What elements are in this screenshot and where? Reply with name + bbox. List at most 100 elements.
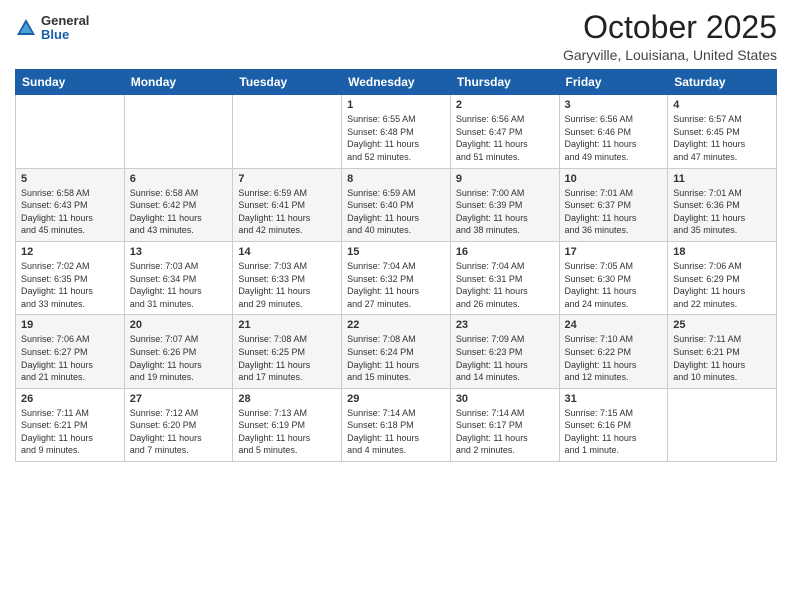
day-info: Sunrise: 7:05 AM Sunset: 6:30 PM Dayligh…	[565, 260, 663, 310]
day-info: Sunrise: 7:11 AM Sunset: 6:21 PM Dayligh…	[21, 407, 119, 457]
day-info: Sunrise: 7:13 AM Sunset: 6:19 PM Dayligh…	[238, 407, 336, 457]
day-info: Sunrise: 7:01 AM Sunset: 6:36 PM Dayligh…	[673, 187, 771, 237]
day-number: 29	[347, 393, 445, 405]
day-info: Sunrise: 6:59 AM Sunset: 6:41 PM Dayligh…	[238, 187, 336, 237]
table-row: 22Sunrise: 7:08 AM Sunset: 6:24 PM Dayli…	[342, 315, 451, 388]
table-row	[124, 95, 233, 168]
day-number: 21	[238, 319, 336, 331]
calendar-table: Sunday Monday Tuesday Wednesday Thursday…	[15, 69, 777, 462]
table-row: 3 Sunrise: 6:56 AM Sunset: 6:46 PM Daylig…	[559, 95, 668, 168]
table-row: 18Sunrise: 7:06 AM Sunset: 6:29 PM Dayli…	[668, 241, 777, 314]
table-row: 12Sunrise: 7:02 AM Sunset: 6:35 PM Dayli…	[16, 241, 125, 314]
day-number: 19	[21, 319, 119, 331]
col-wednesday: Wednesday	[342, 70, 451, 95]
day-info: Sunrise: 7:03 AM Sunset: 6:34 PM Dayligh…	[130, 260, 228, 310]
col-monday: Monday	[124, 70, 233, 95]
col-sunday: Sunday	[16, 70, 125, 95]
table-row: 29 Sunrise: 7:14 AM Sunset: 6:18 PM Dayli…	[342, 388, 451, 461]
logo-icon	[15, 17, 37, 39]
day-number: 25	[673, 319, 771, 331]
table-row: 17 Sunrise: 7:05 AM Sunset: 6:30 PM Dayli…	[559, 241, 668, 314]
day-number: 9	[456, 173, 554, 185]
day-info: Sunrise: 6:58 AM Sunset: 6:42 PM Dayligh…	[130, 187, 228, 237]
day-number: 3	[565, 99, 663, 111]
day-number: 2	[456, 99, 554, 111]
table-row: 15 Sunrise: 7:04 AM Sunset: 6:32 PM Dayli…	[342, 241, 451, 314]
table-row: 19Sunrise: 7:06 AM Sunset: 6:27 PM Dayli…	[16, 315, 125, 388]
day-info: Sunrise: 6:55 AM Sunset: 6:48 PM Dayligh…	[347, 113, 445, 163]
day-number: 15	[347, 246, 445, 258]
calendar-week-row: 19Sunrise: 7:06 AM Sunset: 6:27 PM Dayli…	[16, 315, 777, 388]
table-row: 10Sunrise: 7:01 AM Sunset: 6:37 PM Dayli…	[559, 168, 668, 241]
table-row: 31 Sunrise: 7:15 AM Sunset: 6:16 PM Dayli…	[559, 388, 668, 461]
day-info: Sunrise: 7:08 AM Sunset: 6:24 PM Dayligh…	[347, 333, 445, 383]
day-number: 24	[565, 319, 663, 331]
table-row: 5 Sunrise: 6:58 AM Sunset: 6:43 PM Daylig…	[16, 168, 125, 241]
table-row: 26 Sunrise: 7:11 AM Sunset: 6:21 PM Dayli…	[16, 388, 125, 461]
day-info: Sunrise: 7:02 AM Sunset: 6:35 PM Dayligh…	[21, 260, 119, 310]
table-row: 16 Sunrise: 7:04 AM Sunset: 6:31 PM Dayli…	[450, 241, 559, 314]
table-row: 25 Sunrise: 7:11 AM Sunset: 6:21 PM Dayli…	[668, 315, 777, 388]
day-info: Sunrise: 7:08 AM Sunset: 6:25 PM Dayligh…	[238, 333, 336, 383]
table-row: 14 Sunrise: 7:03 AM Sunset: 6:33 PM Dayli…	[233, 241, 342, 314]
table-row	[233, 95, 342, 168]
day-number: 30	[456, 393, 554, 405]
day-number: 26	[21, 393, 119, 405]
table-row: 2 Sunrise: 6:56 AM Sunset: 6:47 PM Daylig…	[450, 95, 559, 168]
day-info: Sunrise: 7:04 AM Sunset: 6:32 PM Dayligh…	[347, 260, 445, 310]
day-number: 31	[565, 393, 663, 405]
day-info: Sunrise: 7:11 AM Sunset: 6:21 PM Dayligh…	[673, 333, 771, 383]
table-row: 24 Sunrise: 7:10 AM Sunset: 6:22 PM Dayli…	[559, 315, 668, 388]
day-info: Sunrise: 7:03 AM Sunset: 6:33 PM Dayligh…	[238, 260, 336, 310]
table-row: 23 Sunrise: 7:09 AM Sunset: 6:23 PM Dayli…	[450, 315, 559, 388]
day-number: 1	[347, 99, 445, 111]
logo: General Blue	[15, 14, 89, 43]
day-info: Sunrise: 7:09 AM Sunset: 6:23 PM Dayligh…	[456, 333, 554, 383]
table-row: 1 Sunrise: 6:55 AM Sunset: 6:48 PM Daylig…	[342, 95, 451, 168]
table-row: 28 Sunrise: 7:13 AM Sunset: 6:19 PM Dayli…	[233, 388, 342, 461]
table-row: 8Sunrise: 6:59 AM Sunset: 6:40 PM Daylig…	[342, 168, 451, 241]
day-info: Sunrise: 7:15 AM Sunset: 6:16 PM Dayligh…	[565, 407, 663, 457]
day-number: 17	[565, 246, 663, 258]
day-number: 11	[673, 173, 771, 185]
day-number: 20	[130, 319, 228, 331]
title-month: October 2025	[563, 10, 777, 45]
table-row: 9 Sunrise: 7:00 AM Sunset: 6:39 PM Daylig…	[450, 168, 559, 241]
table-row	[668, 388, 777, 461]
table-row: 20Sunrise: 7:07 AM Sunset: 6:26 PM Dayli…	[124, 315, 233, 388]
day-info: Sunrise: 7:04 AM Sunset: 6:31 PM Dayligh…	[456, 260, 554, 310]
day-info: Sunrise: 7:01 AM Sunset: 6:37 PM Dayligh…	[565, 187, 663, 237]
table-row: 4Sunrise: 6:57 AM Sunset: 6:45 PM Daylig…	[668, 95, 777, 168]
day-info: Sunrise: 7:12 AM Sunset: 6:20 PM Dayligh…	[130, 407, 228, 457]
logo-text: General Blue	[41, 14, 89, 43]
day-info: Sunrise: 6:58 AM Sunset: 6:43 PM Dayligh…	[21, 187, 119, 237]
day-info: Sunrise: 7:14 AM Sunset: 6:18 PM Dayligh…	[347, 407, 445, 457]
day-number: 16	[456, 246, 554, 258]
day-info: Sunrise: 6:56 AM Sunset: 6:46 PM Dayligh…	[565, 113, 663, 163]
calendar-header-row: Sunday Monday Tuesday Wednesday Thursday…	[16, 70, 777, 95]
title-location: Garyville, Louisiana, United States	[563, 47, 777, 63]
table-row: 6 Sunrise: 6:58 AM Sunset: 6:42 PM Daylig…	[124, 168, 233, 241]
day-number: 14	[238, 246, 336, 258]
table-row: 7 Sunrise: 6:59 AM Sunset: 6:41 PM Daylig…	[233, 168, 342, 241]
col-friday: Friday	[559, 70, 668, 95]
table-row: 30 Sunrise: 7:14 AM Sunset: 6:17 PM Dayli…	[450, 388, 559, 461]
calendar-week-row: 12Sunrise: 7:02 AM Sunset: 6:35 PM Dayli…	[16, 241, 777, 314]
day-info: Sunrise: 7:00 AM Sunset: 6:39 PM Dayligh…	[456, 187, 554, 237]
table-row: 27Sunrise: 7:12 AM Sunset: 6:20 PM Dayli…	[124, 388, 233, 461]
day-number: 23	[456, 319, 554, 331]
day-number: 28	[238, 393, 336, 405]
day-number: 5	[21, 173, 119, 185]
day-info: Sunrise: 6:56 AM Sunset: 6:47 PM Dayligh…	[456, 113, 554, 163]
day-info: Sunrise: 7:10 AM Sunset: 6:22 PM Dayligh…	[565, 333, 663, 383]
col-tuesday: Tuesday	[233, 70, 342, 95]
day-number: 18	[673, 246, 771, 258]
logo-general: General	[41, 14, 89, 28]
day-info: Sunrise: 7:14 AM Sunset: 6:17 PM Dayligh…	[456, 407, 554, 457]
day-info: Sunrise: 6:59 AM Sunset: 6:40 PM Dayligh…	[347, 187, 445, 237]
table-row: 13Sunrise: 7:03 AM Sunset: 6:34 PM Dayli…	[124, 241, 233, 314]
day-number: 7	[238, 173, 336, 185]
day-number: 6	[130, 173, 228, 185]
header: General Blue October 2025 Garyville, Lou…	[15, 10, 777, 63]
calendar-week-row: 5 Sunrise: 6:58 AM Sunset: 6:43 PM Daylig…	[16, 168, 777, 241]
